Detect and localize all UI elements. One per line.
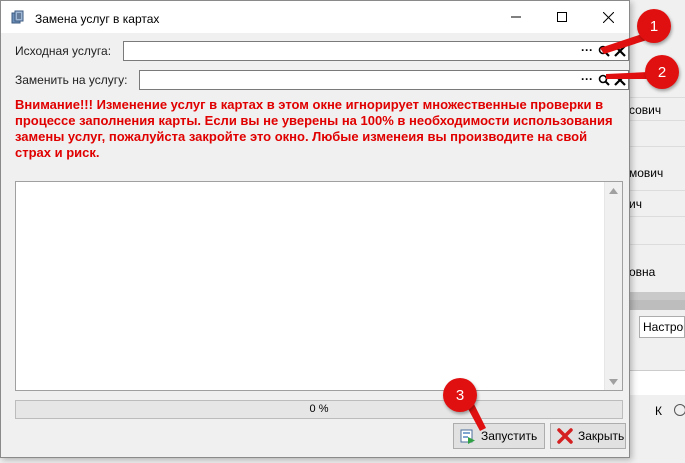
background-strip <box>628 370 685 395</box>
clear-icon[interactable] <box>614 74 626 86</box>
source-service-lookup[interactable]: ··· <box>123 41 629 61</box>
maximize-button[interactable] <box>539 1 585 33</box>
clear-icon[interactable] <box>614 45 626 57</box>
run-icon <box>460 429 475 444</box>
search-icon[interactable] <box>598 74 610 86</box>
progress-text: 0 % <box>309 403 329 415</box>
background-row-line <box>628 97 685 98</box>
background-row-line <box>628 120 685 121</box>
close-button-label: Закрыть <box>578 429 625 443</box>
scroll-down-button[interactable] <box>605 373 622 390</box>
close-button[interactable]: Закрыть <box>550 423 626 449</box>
run-button[interactable]: Запустить <box>453 423 545 449</box>
run-button-label: Запустить <box>481 429 538 443</box>
background-column-letter: К <box>655 404 662 418</box>
warning-message: Внимание!!! Изменение услуг в картах в э… <box>15 97 613 160</box>
replace-services-dialog: Замена услуг в картах Исходная услуга: ·… <box>0 0 630 458</box>
window-title: Замена услуг в картах <box>35 12 160 26</box>
source-service-input[interactable] <box>126 43 566 59</box>
log-textarea[interactable] <box>15 181 623 391</box>
maximize-icon <box>557 12 567 22</box>
title-bar[interactable]: Замена услуг в картах <box>1 1 629 33</box>
vertical-scrollbar[interactable] <box>604 182 622 390</box>
target-service-input[interactable] <box>142 72 562 88</box>
source-browse-button[interactable]: ··· <box>580 43 594 59</box>
annotation-marker-2: 2 <box>645 55 679 89</box>
background-row-text: мович <box>629 166 664 180</box>
background-row-text: ич <box>629 197 642 211</box>
background-row-line <box>628 146 685 147</box>
app-icon <box>11 10 24 24</box>
chevron-up-icon <box>609 187 618 194</box>
background-row-line <box>628 216 685 217</box>
target-service-lookup[interactable]: ··· <box>139 70 629 90</box>
scroll-up-button[interactable] <box>605 182 622 199</box>
background-settings-combo[interactable]: Настрои <box>639 316 685 338</box>
minimize-button[interactable] <box>493 1 539 33</box>
source-service-label: Исходная услуга: <box>15 44 112 58</box>
background-row-line <box>628 190 685 191</box>
target-service-label: Заменить на услугу: <box>15 73 128 87</box>
background-radio-icon <box>674 404 685 416</box>
close-icon <box>602 11 614 23</box>
close-window-button[interactable] <box>585 1 631 33</box>
background-row-text: овна <box>629 265 656 279</box>
annotation-marker-1: 1 <box>637 9 671 43</box>
background-row-line <box>628 244 685 245</box>
close-red-icon <box>557 428 573 444</box>
background-row-text: сович <box>629 103 662 117</box>
annotation-marker-3: 3 <box>443 378 477 412</box>
minimize-icon <box>511 16 521 18</box>
search-icon[interactable] <box>598 45 610 57</box>
progress-bar: 0 % <box>15 400 623 419</box>
target-browse-button[interactable]: ··· <box>580 72 594 88</box>
chevron-down-icon <box>609 378 618 385</box>
